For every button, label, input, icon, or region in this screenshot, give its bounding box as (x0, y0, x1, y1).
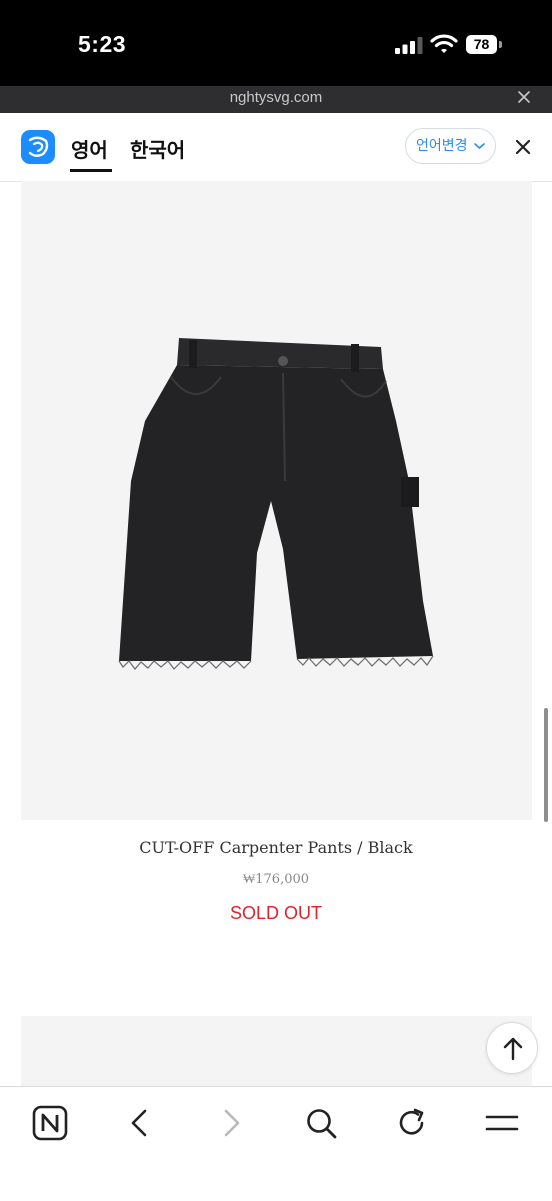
menu-icon[interactable] (482, 1103, 522, 1143)
battery-tip (499, 41, 502, 48)
forward-icon[interactable] (211, 1103, 251, 1143)
url-text[interactable]: nghtysvg.com (0, 89, 552, 106)
bottom-toolbar (0, 1086, 552, 1201)
search-icon[interactable] (301, 1103, 341, 1143)
wifi-icon (430, 34, 458, 53)
shorts-illustration (118, 338, 434, 670)
url-bar[interactable]: nghtysvg.com (0, 86, 552, 113)
translate-logo-icon (21, 130, 55, 164)
chevron-down-icon (474, 143, 485, 150)
battery-icon: 78 (466, 35, 502, 54)
next-product-image[interactable] (21, 1016, 532, 1088)
sold-out-badge: SOLD OUT (229, 903, 322, 923)
status-time: 5:23 (78, 31, 127, 57)
scroll-indicator[interactable] (544, 708, 548, 822)
close-icon[interactable] (516, 89, 532, 105)
change-language-label: 언어변경 (416, 138, 468, 154)
naver-home-icon[interactable] (30, 1103, 70, 1143)
tab-target-language[interactable]: 한국어 (130, 134, 185, 163)
close-translate-icon[interactable] (513, 137, 533, 157)
reload-icon[interactable] (392, 1103, 432, 1143)
status-bar: 5:23 78 (0, 0, 552, 86)
product-price: ₩176,000 (242, 872, 310, 887)
scroll-to-top-button[interactable] (486, 1022, 538, 1074)
active-tab-indicator (70, 169, 112, 172)
arrow-up-icon (503, 1037, 523, 1061)
battery-level: 78 (466, 35, 497, 54)
tab-source-language[interactable]: 영어 (71, 134, 108, 163)
signal-icon (395, 37, 423, 54)
translate-bar: 영어 한국어 언어변경 (0, 113, 552, 182)
change-language-button[interactable]: 언어변경 (405, 128, 496, 164)
product-name[interactable]: CUT-OFF Carpenter Pants / Black (0, 838, 552, 857)
back-icon[interactable] (120, 1103, 160, 1143)
product-image[interactable] (21, 181, 532, 820)
